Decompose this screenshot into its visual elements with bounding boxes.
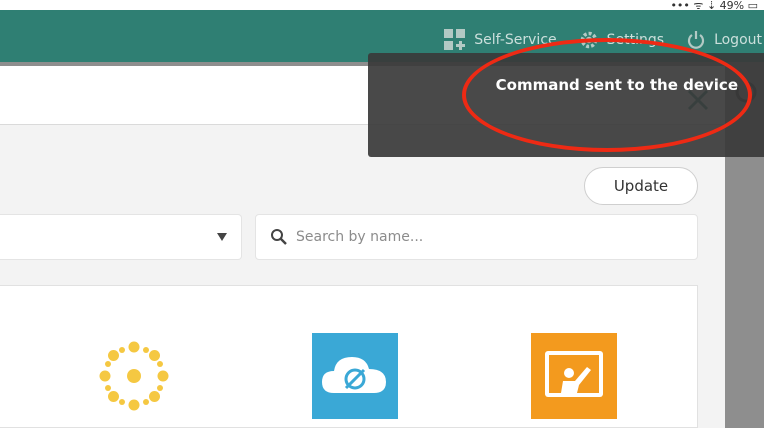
toast-message: Command sent to the device [495,76,738,94]
device-status: ••• ᯤ ⇣ 49% ▭ [670,0,758,10]
apps-grid [0,285,698,428]
status-strip: ••• ᯤ ⇣ 49% ▭ [0,0,764,10]
canvas-sun-icon [99,341,169,411]
header-nav: Self-Service Settings Logout [444,28,764,52]
teacher-board-icon [545,351,603,397]
nav-settings-label: Settings [606,32,665,48]
category-select[interactable] [0,214,242,260]
cloud-app-icon [322,357,386,393]
app-tile-teacher[interactable] [531,333,617,419]
app-tile-cloud[interactable] [312,333,398,419]
nav-logout[interactable]: Logout [686,30,762,50]
nav-settings[interactable]: Settings [579,30,664,50]
app-tile-canvas[interactable] [91,333,177,419]
power-icon [687,31,705,49]
nav-self-service-label: Self-Service [474,32,557,48]
update-button[interactable]: Update [584,167,698,205]
grid-plus-icon [444,29,466,50]
toast-notification: Command sent to the device [368,53,764,157]
search-icon [271,229,287,245]
search-input[interactable] [294,228,678,246]
nav-self-service[interactable]: Self-Service [444,29,557,51]
nav-logout-label: Logout [714,32,762,48]
gear-icon [580,31,597,49]
search-field[interactable] [255,214,698,260]
caret-down-icon [217,233,227,241]
